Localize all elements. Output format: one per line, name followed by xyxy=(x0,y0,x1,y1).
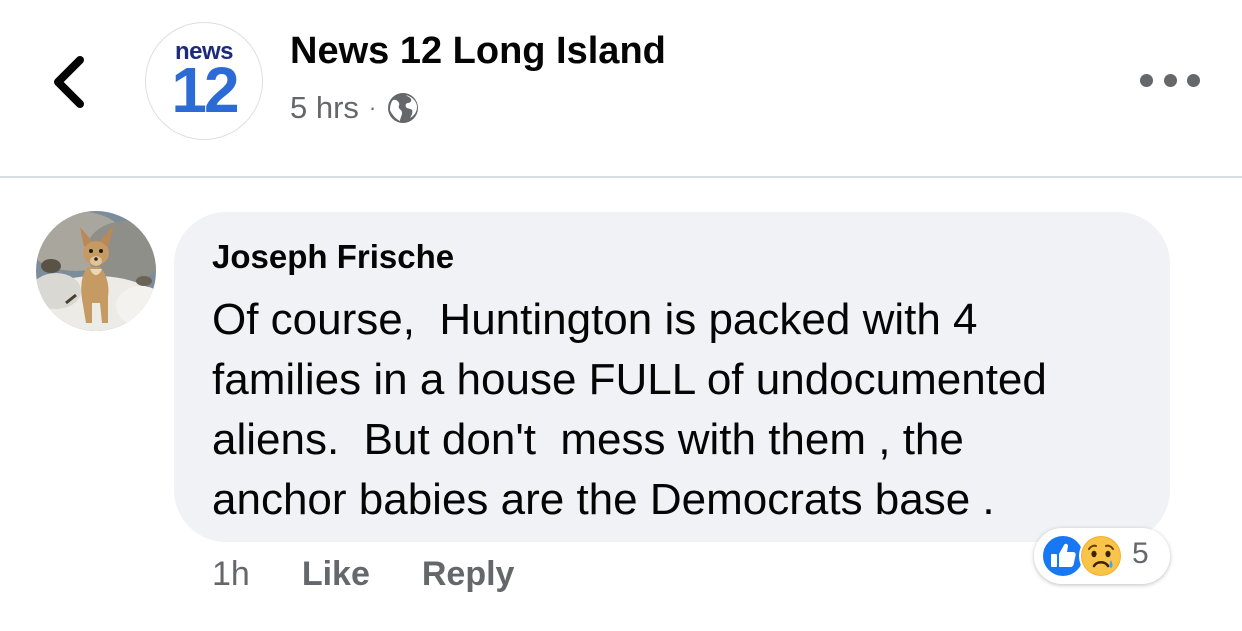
globe-icon[interactable] xyxy=(386,91,420,125)
meta-separator: · xyxy=(368,95,377,120)
reaction-summary[interactable]: 5 xyxy=(1034,528,1170,584)
dog-photo-avatar xyxy=(36,211,156,331)
comment-text-line: anchor babies are the Democrats base . xyxy=(212,475,995,524)
sad-reaction-icon xyxy=(1079,534,1123,578)
header-divider xyxy=(0,176,1242,178)
comment-time[interactable]: 1h xyxy=(212,555,250,594)
comment-text-line: aliens. But don't mess with them , the xyxy=(212,415,964,464)
comment-text-line: Of course, Huntington is packed with 4 xyxy=(212,295,978,344)
more-options-button[interactable] xyxy=(1140,62,1200,98)
back-button[interactable] xyxy=(46,52,94,112)
page-name[interactable]: News 12 Long Island xyxy=(290,30,666,73)
comment-text: Of course, Huntington is packed with 4 f… xyxy=(212,290,1152,530)
more-horizontal-icon-dot xyxy=(1163,73,1177,87)
post-time[interactable]: 5 hrs xyxy=(290,90,359,126)
page-avatar[interactable]: news 12 xyxy=(145,22,263,140)
comment-actions: 1h Like Reply xyxy=(212,550,566,598)
reply-button[interactable]: Reply xyxy=(422,555,515,594)
commenter-avatar[interactable] xyxy=(36,211,156,331)
facebook-post-comment-view: news 12 News 12 Long Island 5 hrs · Jose… xyxy=(0,0,1242,631)
more-horizontal-icon-dot xyxy=(1140,73,1153,87)
commenter-name[interactable]: Joseph Frische xyxy=(212,238,454,276)
post-meta: 5 hrs · xyxy=(290,87,420,129)
page-logo-number: 12 xyxy=(171,54,239,126)
post-header: news 12 News 12 Long Island 5 hrs · xyxy=(0,0,1242,176)
comment-text-line: families in a house FULL of undocumented xyxy=(212,355,1047,404)
reaction-count: 5 xyxy=(1132,537,1149,570)
like-button[interactable]: Like xyxy=(302,555,370,594)
more-horizontal-icon-dot xyxy=(1187,73,1200,87)
chevron-left-icon xyxy=(54,56,84,108)
